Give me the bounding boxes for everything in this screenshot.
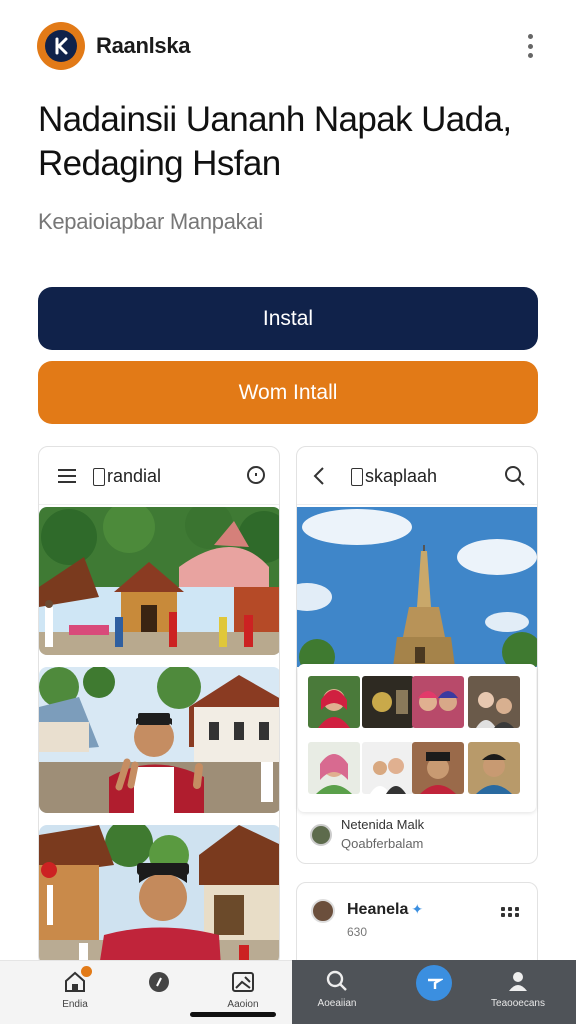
more-options-icon[interactable] [518,32,542,60]
gallery-thumb[interactable] [308,742,360,794]
install-button[interactable]: Instal [38,287,538,350]
search-icon[interactable] [245,464,269,488]
photo-gallery-grid [298,664,536,812]
app-header: Raanlska [0,0,576,92]
gallery-thumb[interactable] [308,676,360,728]
avatar[interactable] [310,824,332,846]
village-photo-2[interactable] [39,667,279,813]
feed-card-left: randial [38,446,280,966]
search-icon[interactable] [503,464,527,488]
nav-item-chat[interactable] [124,961,194,1024]
card-left-title-text: randial [107,466,162,486]
post-meta-title: Netenida Malk [341,817,425,832]
nav-item-home[interactable]: Endia [40,961,110,1024]
village-photo-1[interactable] [39,507,279,655]
tower-photo[interactable] [297,507,537,667]
gallery-thumb[interactable] [412,676,464,728]
avatar [311,899,335,923]
square-icon [93,467,105,486]
nav-label-profile: Teaooecans [491,998,545,1009]
village-photo-3[interactable] [39,825,279,965]
hamburger-menu-icon[interactable] [55,464,79,488]
chat-icon [146,969,172,995]
bottom-nav-right: Aoeaiian Teaooecans [292,960,576,1024]
nav-item-profile[interactable]: Teaooecans [468,960,568,1024]
nav-label-gallery: Aaoion [227,999,259,1010]
app-logo [37,22,85,70]
profile-name: Heanela ✦ [347,901,424,918]
logo-mark-icon [55,37,68,55]
profile-icon [505,968,531,994]
profile-card[interactable]: Heanela ✦ 630 [296,882,538,972]
card-left-toolbar: randial [39,447,279,505]
back-icon[interactable] [307,464,331,488]
home-icon [62,966,92,995]
verified-icon: ✦ [411,901,424,917]
page-subtitle: Kepaioiapbar Manpakai [38,209,263,234]
gallery-thumb[interactable] [412,742,464,794]
send-icon [416,965,452,1001]
card-right-toolbar: skaplaah [297,447,537,505]
profile-subtext: 630 [347,925,368,939]
page-headline: Nadainsii Uananh Napak Uada, Redaging Hs… [38,100,512,183]
square-icon [351,467,363,486]
grid-dots-icon[interactable] [501,907,519,917]
nav-label-home: Endia [62,999,88,1010]
image-icon [230,969,256,995]
secondary-install-button[interactable]: Wom Intall [38,361,538,424]
notification-badge [81,966,92,977]
search-icon [324,968,350,994]
nav-item-search[interactable]: Aoeaiian [302,960,372,1024]
gallery-thumb[interactable] [362,676,414,728]
app-name: Raanlska [96,33,191,58]
gallery-thumb[interactable] [468,742,520,794]
gallery-thumb[interactable] [362,742,414,794]
home-indicator [190,1012,276,1017]
card-right-title: skaplaah [351,466,437,487]
gallery-thumb[interactable] [468,676,520,728]
card-left-title: randial [93,466,161,487]
nav-item-compose[interactable] [399,960,469,1024]
post-meta-subtitle: Qoabferbalam [341,836,424,851]
nav-label-search: Aoeaiian [317,998,357,1009]
card-right-title-text: skaplaah [365,466,438,486]
